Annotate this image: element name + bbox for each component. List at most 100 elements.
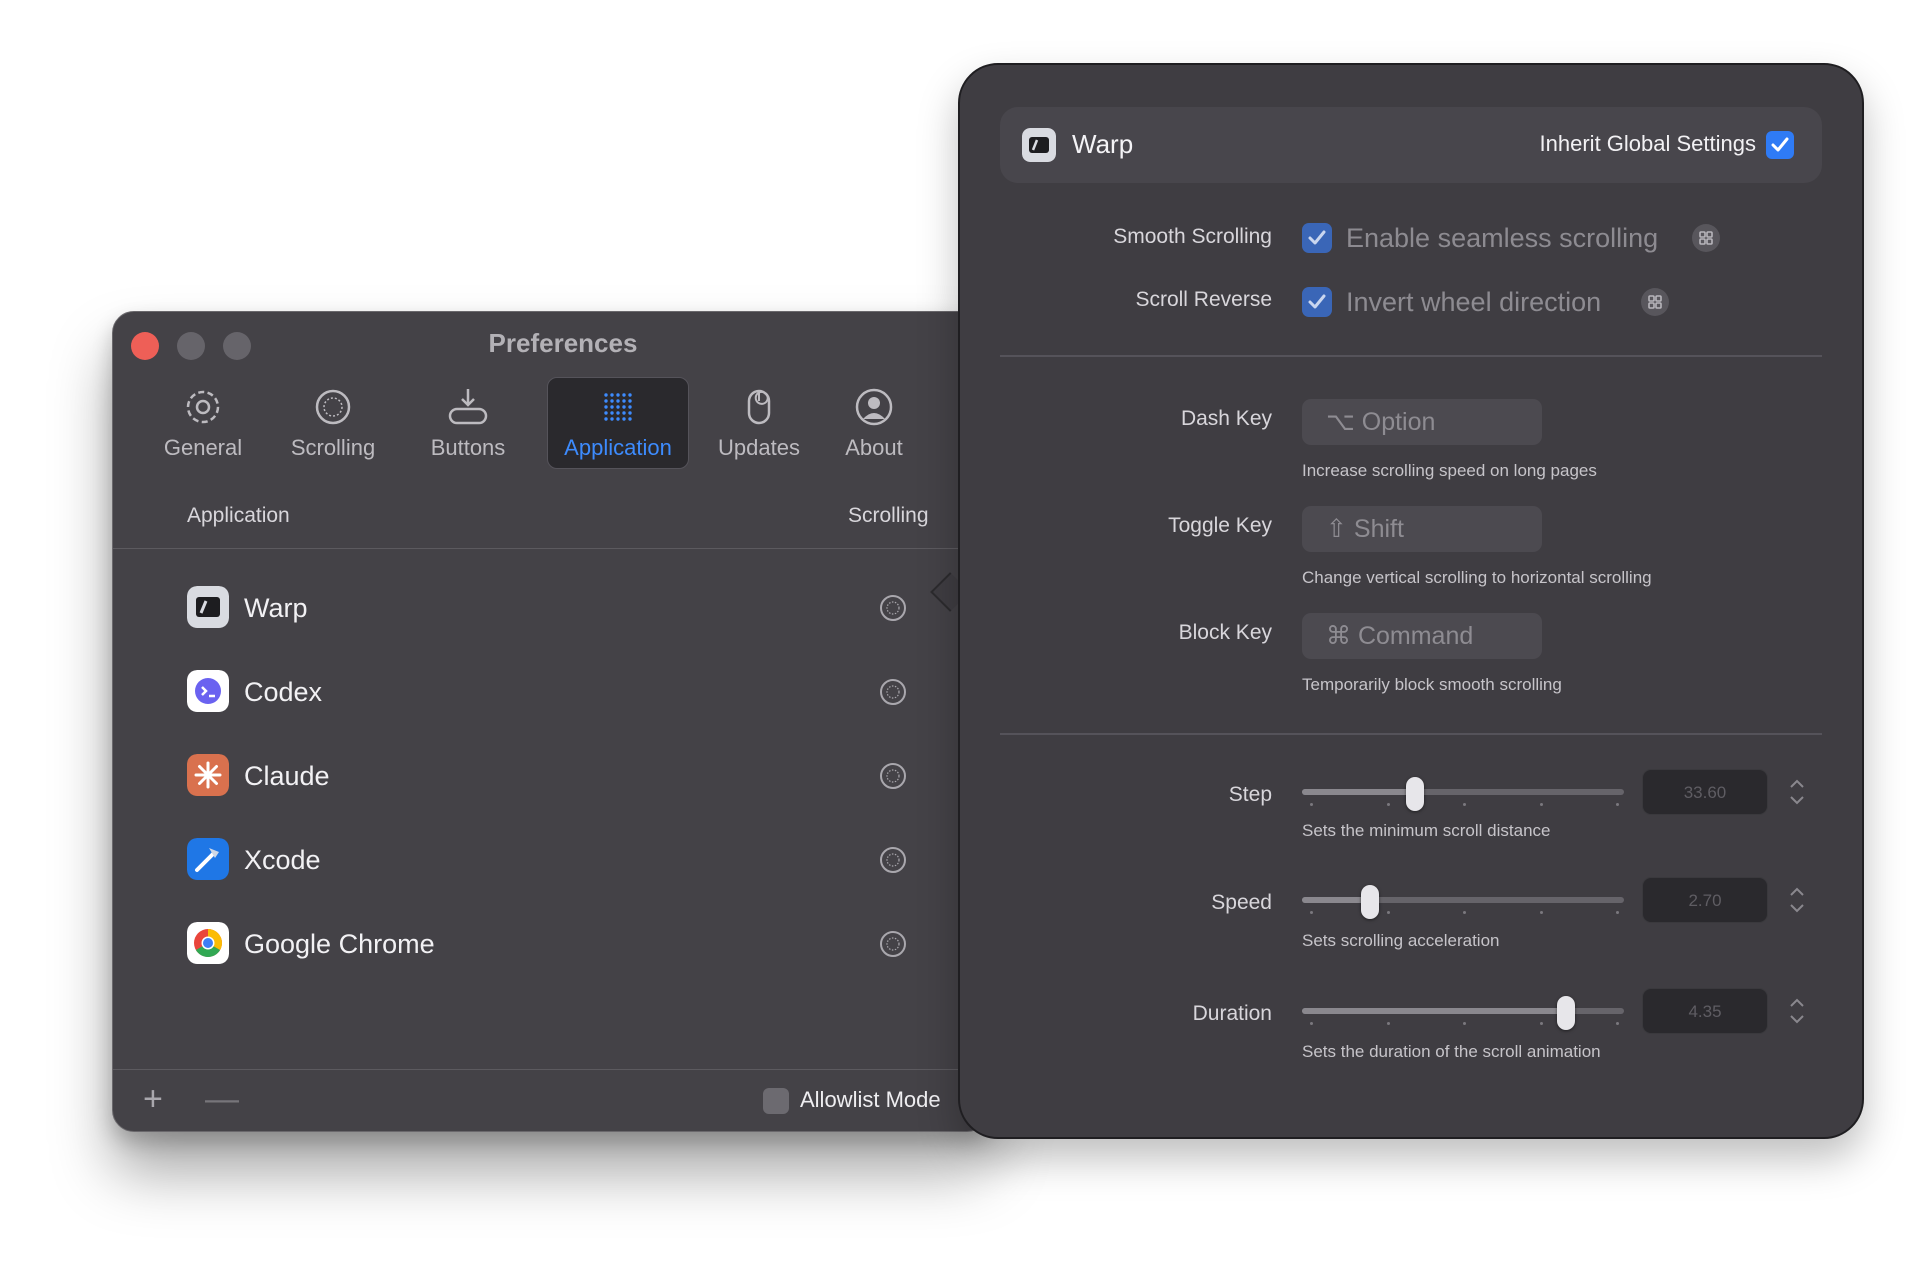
scroll-circle-icon[interactable] xyxy=(878,845,908,875)
remove-app-button[interactable]: — xyxy=(205,1080,239,1119)
slider-tick xyxy=(1539,911,1543,914)
smooth-scrolling-label: Smooth Scrolling xyxy=(1113,225,1272,248)
tab-label: About xyxy=(845,435,903,460)
app-row-google-chrome[interactable]: Google Chrome xyxy=(113,902,973,986)
app-row-warp[interactable]: Warp xyxy=(113,566,973,650)
tab-label: Updates xyxy=(718,435,800,460)
dash-key-hint: Increase scrolling speed on long pages xyxy=(1302,461,1597,480)
warp-app-icon xyxy=(187,586,229,628)
slider-knob[interactable] xyxy=(1405,777,1424,811)
slider-tick xyxy=(1310,803,1313,806)
speed-field[interactable]: 2.70 xyxy=(1642,877,1768,923)
speed-label: Speed xyxy=(1211,891,1272,914)
codex-app-icon xyxy=(187,670,229,712)
slider-tick xyxy=(1463,1022,1466,1025)
checkmark-icon xyxy=(1308,230,1326,245)
slider-tick xyxy=(1386,803,1390,806)
toggle-key-label: Toggle Key xyxy=(1168,514,1272,537)
step-slider[interactable] xyxy=(1302,777,1624,811)
grid-dots-icon xyxy=(604,393,632,421)
slider-tick xyxy=(1616,803,1619,806)
scroll-circle-icon[interactable] xyxy=(878,761,908,791)
slider-tick xyxy=(1463,911,1466,914)
smooth-scrolling-option: Enable seamless scrolling xyxy=(1346,223,1659,253)
section-divider xyxy=(1000,733,1822,735)
tab-application[interactable]: Application xyxy=(547,377,689,469)
duration-label: Duration xyxy=(1192,1002,1272,1025)
block-key-button[interactable]: ⌘ Command xyxy=(1302,613,1542,659)
app-name: Xcode xyxy=(244,845,321,875)
list-header: Application Scrolling xyxy=(113,502,988,538)
mouse-buttons-icon xyxy=(448,389,488,425)
slider-tick xyxy=(1386,911,1390,914)
scroll-circle-icon[interactable] xyxy=(878,677,908,707)
window-title: Preferences xyxy=(488,328,638,358)
app-row-codex[interactable]: Codex xyxy=(113,650,973,734)
tab-general[interactable]: General xyxy=(143,377,263,469)
xcode-app-icon xyxy=(187,838,229,880)
shortcut-icon[interactable] xyxy=(1692,224,1720,252)
section-divider xyxy=(1000,355,1822,357)
duration-slider[interactable] xyxy=(1302,996,1624,1030)
column-application: Application xyxy=(187,504,290,527)
duration-field[interactable]: 4.35 xyxy=(1642,988,1768,1034)
scroll-circle-icon[interactable] xyxy=(878,929,908,959)
slider-tick xyxy=(1616,1022,1619,1025)
block-key-hint: Temporarily block smooth scrolling xyxy=(1302,675,1562,694)
toggle-key-button[interactable]: ⇧ Shift xyxy=(1302,506,1542,552)
tab-label: Application xyxy=(564,435,672,460)
mouse-refresh-icon xyxy=(747,389,771,425)
dash-key-button[interactable]: ⌥ Option xyxy=(1302,399,1542,445)
step-stepper-icon[interactable] xyxy=(1784,772,1810,812)
slider-tick xyxy=(1310,911,1313,914)
scroll-circle-icon xyxy=(315,389,351,425)
app-name: Warp xyxy=(244,593,308,623)
command-grid-icon xyxy=(1648,295,1662,309)
scroll-reverse-checkbox[interactable] xyxy=(1302,287,1332,317)
tab-label: Scrolling xyxy=(290,435,376,460)
inherit-checkbox[interactable] xyxy=(1766,131,1794,159)
app-settings-popover: Warp Inherit Global Settings Smooth Scro… xyxy=(958,63,1864,1139)
person-circle-icon xyxy=(855,388,893,426)
scroll-reverse-option: Invert wheel direction xyxy=(1346,287,1602,317)
tab-buttons[interactable]: Buttons xyxy=(403,377,533,469)
add-app-button[interactable]: + xyxy=(143,1080,163,1119)
slider-tick xyxy=(1539,803,1543,806)
speed-stepper-icon[interactable] xyxy=(1784,880,1810,920)
gear-icon xyxy=(186,390,220,424)
app-name: Codex xyxy=(244,677,323,707)
slider-tick xyxy=(1386,1022,1390,1025)
toolbar: General Scrolling Buttons Application Up… xyxy=(113,377,988,487)
app-row-xcode[interactable]: Xcode xyxy=(113,818,973,902)
tab-label: General xyxy=(163,435,243,460)
inherit-label: Inherit Global Settings xyxy=(1539,131,1756,156)
tab-about[interactable]: About xyxy=(819,377,929,469)
chrome-app-icon xyxy=(187,922,229,964)
step-field[interactable]: 33.60 xyxy=(1642,769,1768,815)
command-grid-icon xyxy=(1699,231,1713,245)
slider-knob[interactable] xyxy=(1360,885,1379,919)
toggle-key-hint: Change vertical scrolling to horizontal … xyxy=(1302,568,1652,587)
header-divider xyxy=(113,548,988,549)
tab-updates[interactable]: Updates xyxy=(699,377,819,469)
speed-slider[interactable] xyxy=(1302,885,1624,919)
claude-app-icon xyxy=(187,754,229,796)
smooth-scrolling-checkbox[interactable] xyxy=(1302,223,1332,253)
allowlist-checkbox[interactable] xyxy=(763,1088,789,1114)
block-key-label: Block Key xyxy=(1178,621,1272,644)
preferences-window: Preferences General Scrolling Buttons Ap… xyxy=(112,311,989,1132)
scroll-circle-icon[interactable] xyxy=(878,593,908,623)
tab-label: Buttons xyxy=(430,435,506,460)
duration-hint: Sets the duration of the scroll animatio… xyxy=(1302,1042,1601,1061)
checkmark-icon xyxy=(1308,294,1326,309)
bottom-bar: + — Allowlist Mode xyxy=(113,1069,988,1131)
scroll-reverse-label: Scroll Reverse xyxy=(1135,288,1272,311)
step-hint: Sets the minimum scroll distance xyxy=(1302,821,1551,840)
shortcut-icon[interactable] xyxy=(1641,288,1669,316)
column-scrolling: Scrolling xyxy=(848,504,929,527)
tab-scrolling[interactable]: Scrolling xyxy=(263,377,403,469)
duration-stepper-icon[interactable] xyxy=(1784,991,1810,1031)
slider-tick xyxy=(1539,1022,1543,1025)
slider-knob[interactable] xyxy=(1557,996,1576,1030)
app-row-claude[interactable]: Claude xyxy=(113,734,973,818)
